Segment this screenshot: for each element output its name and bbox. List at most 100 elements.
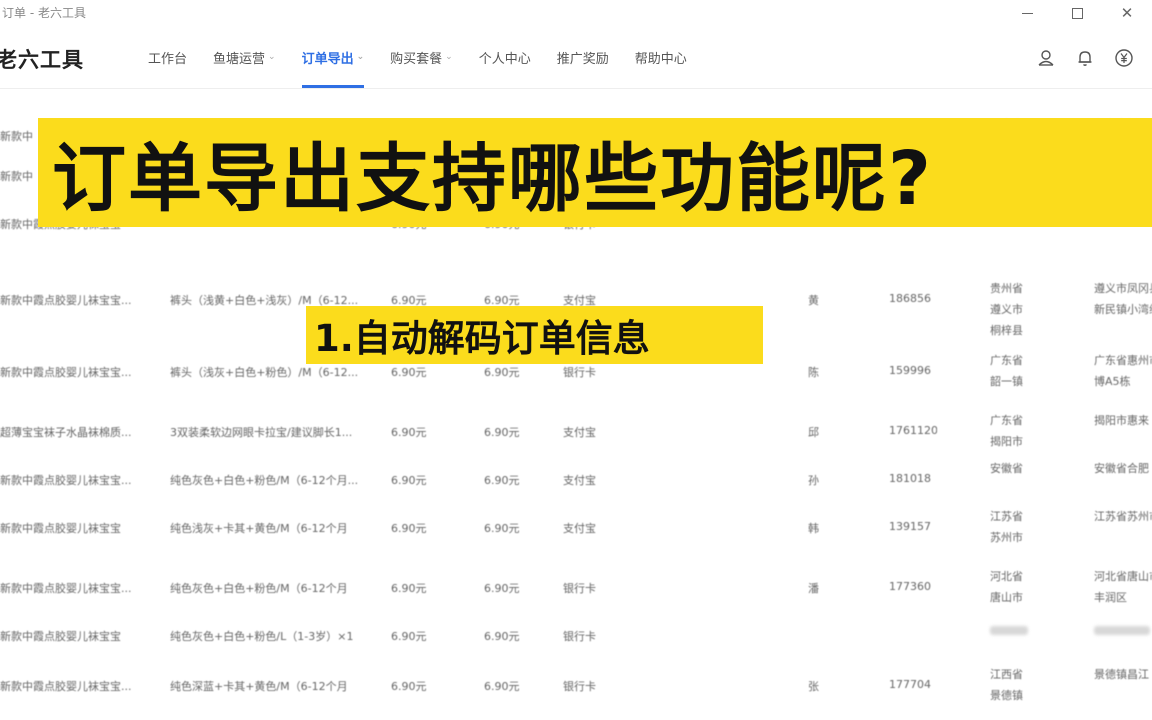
cell-note: 广东省惠州市博A5栋: [1094, 350, 1152, 392]
minimize-button[interactable]: [1002, 0, 1052, 26]
note-line: 安徽省合肥: [1094, 462, 1149, 475]
note-line: 广东省惠州市: [1094, 354, 1152, 367]
cell-phone: 159996: [889, 364, 931, 377]
address-line: 贵州省: [990, 282, 1023, 295]
note-line: 揭阳市惠来: [1094, 414, 1149, 427]
cell-address: 河北省 唐山市: [990, 566, 1030, 608]
chevron-down-icon: ⌄: [268, 52, 276, 62]
redacted-address: [990, 626, 1028, 635]
cell-address: 江苏省 苏州市: [990, 506, 1030, 548]
cell-note: 江苏省苏州市: [1094, 506, 1152, 527]
cell-buyer: 陈: [808, 366, 819, 379]
cell-phone: 177360: [889, 580, 931, 593]
bell-icon[interactable]: [1073, 46, 1097, 70]
nav-item-label: 工作台: [148, 51, 188, 67]
cell-buyer: 邱: [808, 426, 819, 439]
cell-pay: 银行卡: [563, 582, 596, 595]
nav-item-label: 订单导出: [301, 51, 354, 67]
address-line: 唐山市: [990, 591, 1023, 604]
cell-phone: 139157: [889, 520, 931, 533]
nav-item[interactable]: 帮助中心: [635, 26, 687, 88]
close-icon: ✕: [1120, 4, 1134, 22]
cell-buyer: 韩: [808, 522, 819, 535]
cell-note: 景德镇昌江: [1094, 664, 1152, 685]
note-line: 江苏省苏州市: [1094, 510, 1152, 523]
currency-yen-icon[interactable]: [1112, 46, 1136, 70]
nav-item-label: 帮助中心: [634, 51, 687, 67]
window-titlebar: 订单 - 老六工具 ✕: [0, 0, 1152, 26]
cell-note: 揭阳市惠来: [1094, 410, 1152, 431]
minimize-icon: [1021, 12, 1033, 14]
cell-note: 安徽省合肥: [1094, 458, 1152, 479]
note-line: 新民镇小湾组: [1094, 303, 1152, 316]
cell-pay: 支付宝: [563, 426, 596, 439]
cell-buyer: 潘: [808, 582, 819, 595]
cell-name: 新款中霞点胶婴儿袜宝宝...: [0, 680, 132, 693]
cell-buyer: 孙: [808, 474, 819, 487]
cell-address: 广东省 揭阳市: [990, 410, 1030, 452]
address-line: 遵义市: [990, 303, 1023, 316]
cell-name: 新款中霞点胶婴儿袜宝宝...: [0, 294, 132, 307]
cell-price: 6.90元: [391, 630, 427, 643]
address-line: 桐梓县: [990, 324, 1023, 337]
cell-address: 广东省 韶一镇: [990, 350, 1030, 392]
app-logo[interactable]: 老六工具: [0, 44, 84, 74]
address-line: 江苏省: [990, 510, 1023, 523]
cell-phone: 186856: [889, 292, 931, 305]
main-nav: 工作台 鱼塘运营 ⌄ 订单导出 ⌄ 购买套餐 ⌄ 个人中心 推广奖励 帮助中心: [148, 26, 713, 88]
address-line: 河北省: [990, 570, 1023, 583]
maximize-icon: [1071, 7, 1083, 19]
nav-item-label: 购买套餐: [390, 51, 443, 67]
cell-paid: 6.90元: [484, 582, 520, 595]
headline-banner: 订单导出支持哪些功能呢?: [38, 118, 1152, 227]
window-controls: ✕: [1002, 0, 1152, 26]
nav-item[interactable]: 购买套餐 ⌄: [390, 26, 453, 88]
cell-price: 6.90元: [391, 680, 427, 693]
subline-text: 1.自动解码订单信息: [314, 317, 650, 360]
cell-sku: 纯色灰色+白色+粉色/M（6-12个月...: [170, 474, 359, 487]
cell-price: 6.90元: [391, 474, 427, 487]
cell-paid: 6.90元: [484, 366, 520, 379]
close-button[interactable]: ✕: [1102, 0, 1152, 26]
cell-sku: 3双装柔软边网眼卡拉宝/建议脚长1...: [170, 426, 353, 439]
address-line: 江西省: [990, 668, 1023, 681]
cell-pay: 支付宝: [563, 522, 596, 535]
address-line: 景德镇: [990, 689, 1023, 702]
maximize-button[interactable]: [1052, 0, 1102, 26]
cell-buyer: 张: [808, 680, 819, 693]
address-line: 揭阳市: [990, 435, 1023, 448]
cell-paid: 6.90元: [484, 630, 520, 643]
cell-address: 安徽省: [990, 458, 1030, 479]
note-line: 景德镇昌江: [1094, 668, 1149, 681]
redacted-note: [1094, 626, 1150, 635]
user-icon[interactable]: [1034, 46, 1058, 70]
cell-name: 超薄宝宝袜子水晶袜棉质...: [0, 426, 132, 439]
cell-pay: 银行卡: [563, 630, 596, 643]
nav-item[interactable]: 订单导出 ⌄: [301, 26, 364, 88]
nav-item[interactable]: 个人中心: [479, 26, 531, 88]
address-line: 韶一镇: [990, 375, 1023, 388]
top-navbar: 老六工具 工作台 鱼塘运营 ⌄ 订单导出 ⌄ 购买套餐 ⌄ 个人中心 推广奖励 帮助中心: [0, 26, 1152, 89]
cell-name: 新款中霞点胶婴儿袜宝宝...: [0, 582, 132, 595]
cell-buyer: 黄: [808, 294, 819, 307]
headline-text: 订单导出支持哪些功能呢?: [52, 136, 933, 222]
cell-paid: 6.90元: [484, 426, 520, 439]
cell-name: 新款中霞点胶婴儿袜宝宝: [0, 522, 121, 535]
note-line: 河北省唐山市: [1094, 570, 1152, 583]
address-line: 广东省: [990, 414, 1023, 427]
nav-item[interactable]: 鱼塘运营 ⌄: [213, 26, 276, 88]
nav-item[interactable]: 推广奖励: [557, 26, 609, 88]
address-line: 安徽省: [990, 462, 1023, 475]
cell-paid: 6.90元: [484, 522, 520, 535]
cell-phone: 1761120: [889, 424, 937, 437]
cell-pay: 支付宝: [563, 474, 596, 487]
note-line: 博A5栋: [1094, 375, 1131, 388]
chevron-down-icon: ⌄: [445, 52, 453, 62]
cell-sku: 纯色灰色+白色+粉色/L（1-3岁）×1: [170, 630, 354, 643]
cell-paid: 6.90元: [484, 474, 520, 487]
app-window: 订单 - 老六工具 ✕ 老六工具 工作台 鱼塘运营 ⌄ 订单导出 ⌄ 购买套餐 ⌄ 个人中心推…: [0, 0, 1152, 720]
cell-phone: 181018: [889, 472, 931, 485]
cell-price: 6.90元: [391, 522, 427, 535]
cell-price: 6.90元: [391, 366, 427, 379]
nav-item[interactable]: 工作台: [148, 26, 187, 88]
